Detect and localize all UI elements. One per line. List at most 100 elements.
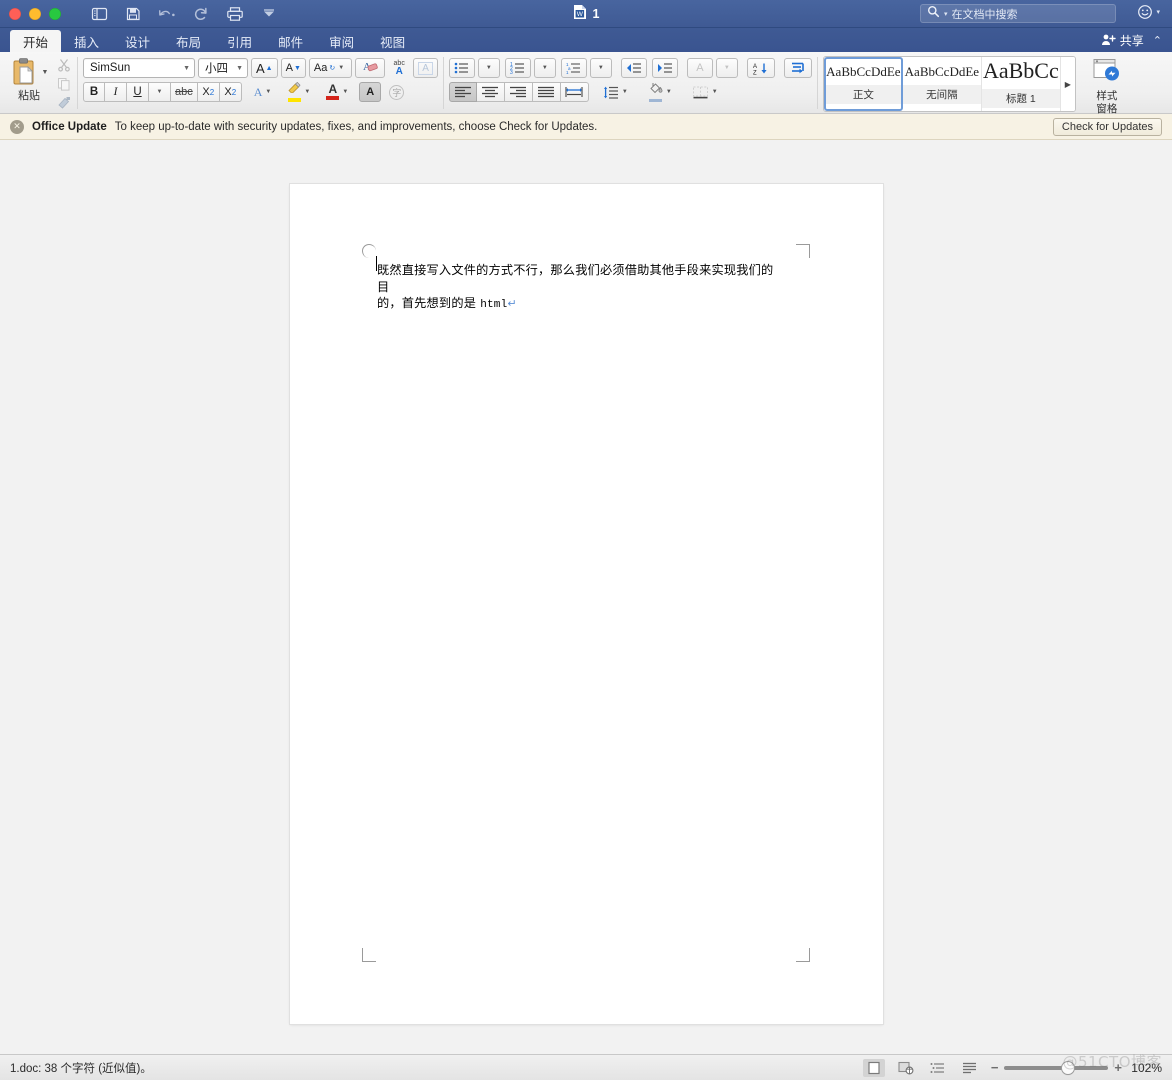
style-card-no-spacing[interactable]: AaBbCcDdEe 无间隔	[902, 57, 982, 111]
save-icon[interactable]	[123, 4, 143, 24]
style-card-heading1[interactable]: AaBbCc 标题 1	[981, 57, 1061, 111]
shading-button[interactable]: ▼	[643, 82, 680, 102]
distribute-button[interactable]	[560, 82, 589, 102]
text-effects-button[interactable]: A ▼	[249, 82, 280, 102]
search-input[interactable]: ▾ 在文档中搜索	[920, 4, 1116, 23]
zoom-percent-label[interactable]: 102%	[1128, 1061, 1162, 1075]
copy-icon[interactable]	[56, 76, 72, 92]
clear-formatting-button[interactable]: A	[355, 58, 386, 78]
zoom-in-button[interactable]: +	[1114, 1060, 1122, 1075]
check-for-updates-button[interactable]: Check for Updates	[1052, 117, 1162, 136]
text-direction-caret[interactable]: ▼	[715, 58, 738, 78]
feedback-button[interactable]: ▾	[1137, 4, 1160, 20]
sidebar-toggle-icon[interactable]	[89, 4, 109, 24]
style-card-normal[interactable]: AaBbCcDdEe 正文	[823, 57, 903, 111]
line-spacing-button[interactable]: ▼	[598, 82, 636, 102]
paste-icon[interactable]	[10, 57, 40, 87]
print-icon[interactable]	[225, 4, 245, 24]
format-painter-icon[interactable]	[56, 95, 72, 111]
tab-layout[interactable]: 布局	[163, 30, 214, 52]
undo-icon[interactable]	[157, 4, 177, 24]
bullets-button[interactable]	[448, 58, 475, 78]
chevron-down-icon: ▼	[342, 89, 349, 95]
align-right-button[interactable]	[504, 82, 533, 102]
zoom-out-button[interactable]: −	[991, 1060, 999, 1075]
decrease-indent-button[interactable]	[620, 58, 647, 78]
styles-pane-button[interactable]: 样式 窗格	[1080, 56, 1134, 115]
zoom-slider[interactable]	[1004, 1061, 1109, 1074]
numbering-button[interactable]: 123	[504, 58, 531, 78]
align-center-button[interactable]	[476, 82, 505, 102]
text-direction-button[interactable]: A	[686, 58, 713, 78]
share-label: 共享	[1119, 34, 1144, 48]
search-icon	[927, 5, 940, 23]
sort-button[interactable]: AZ	[746, 58, 775, 78]
align-left-button[interactable]	[448, 82, 477, 102]
cut-icon[interactable]	[56, 57, 72, 73]
increase-indent-icon	[657, 63, 672, 73]
view-draft-button[interactable]	[959, 1059, 981, 1077]
font-color-swatch	[326, 96, 340, 100]
tab-home[interactable]: 开始	[10, 30, 62, 52]
enclose-character-label: 字	[389, 84, 405, 100]
smiley-icon	[1138, 5, 1153, 19]
multilevel-caret[interactable]: ▼	[589, 58, 612, 78]
maximize-window-button[interactable]	[49, 7, 61, 20]
character-shading-button[interactable]: A	[359, 82, 382, 102]
bullets-caret[interactable]: ▼	[477, 58, 500, 78]
shading-color-swatch	[648, 98, 662, 102]
body-line-1: 既然直接写入文件的方式不行，那么我们必须借助其他手段来实现我们的目	[377, 263, 774, 294]
margin-mark-bottom-left	[362, 948, 376, 962]
document-body-text[interactable]: 既然直接写入文件的方式不行，那么我们必须借助其他手段来实现我们的目 的，首先想到…	[377, 262, 777, 314]
document-canvas[interactable]: 既然直接写入文件的方式不行，那么我们必须借助其他手段来实现我们的目 的，首先想到…	[0, 149, 1172, 1054]
change-case-button[interactable]: Aa ↻ ▼	[308, 58, 353, 78]
minimize-window-button[interactable]	[29, 7, 41, 20]
numbering-caret[interactable]: ▼	[533, 58, 556, 78]
shrink-font-button[interactable]: A ▼	[280, 58, 306, 78]
grow-font-button[interactable]: A ▲	[251, 58, 278, 78]
tab-review[interactable]: 审阅	[316, 30, 367, 52]
redo-icon[interactable]	[191, 4, 211, 24]
share-button[interactable]: 共享	[1101, 32, 1144, 49]
numbered-list-icon: 123	[510, 62, 525, 74]
paste-options-caret-icon[interactable]: ▼	[42, 69, 49, 76]
tab-design[interactable]: 设计	[112, 30, 163, 52]
subscript-button[interactable]: X2	[197, 82, 220, 102]
customize-toolbar-icon[interactable]	[259, 4, 279, 24]
bold-button[interactable]: B	[83, 82, 105, 102]
align-right-icon	[510, 86, 527, 98]
highlight-color-button[interactable]: ▼	[282, 82, 318, 102]
notification-message: To keep up-to-date with security updates…	[114, 120, 598, 133]
show-formatting-marks-button[interactable]	[783, 58, 812, 78]
strikethrough-button[interactable]: abc	[171, 82, 198, 102]
borders-button[interactable]: ▼	[687, 82, 726, 102]
styles-gallery-more-button[interactable]: ▶	[1060, 57, 1075, 111]
phonetic-guide-button[interactable]: abc A	[388, 58, 410, 78]
tab-insert[interactable]: 插入	[61, 30, 112, 52]
superscript-button[interactable]: X2	[219, 82, 242, 102]
multilevel-list-button[interactable]: 1a1	[560, 58, 587, 78]
tab-references[interactable]: 引用	[214, 30, 265, 52]
view-web-layout-button[interactable]	[895, 1059, 917, 1077]
underline-button[interactable]: U	[127, 82, 149, 102]
tab-view[interactable]: 视图	[367, 30, 418, 52]
print-layout-icon	[868, 1061, 880, 1074]
justify-button[interactable]	[532, 82, 561, 102]
character-border-button[interactable]: A	[413, 58, 438, 78]
underline-options-caret[interactable]: ▼	[149, 82, 171, 102]
view-outline-button[interactable]	[927, 1059, 949, 1077]
document-page[interactable]: 既然直接写入文件的方式不行，那么我们必须借助其他手段来实现我们的目 的，首先想到…	[290, 184, 883, 1024]
font-name-combobox[interactable]: SimSun ▼	[83, 58, 195, 78]
italic-button[interactable]: I	[105, 82, 127, 102]
close-icon[interactable]: ✕	[10, 119, 24, 134]
enclose-character-button[interactable]: 字	[384, 82, 409, 102]
close-window-button[interactable]	[9, 7, 21, 20]
collapse-ribbon-icon[interactable]: ⌃	[1153, 34, 1162, 47]
zoom-slider-thumb[interactable]	[1062, 1061, 1075, 1074]
increase-indent-button[interactable]	[651, 58, 678, 78]
font-size-combobox[interactable]: 小四 ▼	[198, 58, 248, 78]
chevron-down-icon: ▼	[711, 89, 718, 95]
font-color-button[interactable]: A ▼	[321, 82, 356, 102]
view-print-layout-button[interactable]	[862, 1058, 885, 1077]
tab-mailings[interactable]: 邮件	[265, 30, 316, 52]
